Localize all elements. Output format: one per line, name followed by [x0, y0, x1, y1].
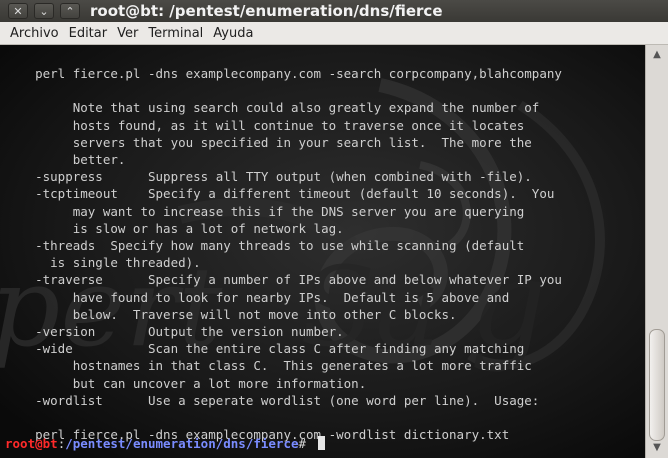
terminal-line: better.: [5, 152, 126, 168]
shell-prompt[interactable]: root@bt:/pentest/enumeration/dns/fierce#: [5, 435, 325, 452]
scroll-down-icon[interactable]: ▼: [650, 441, 664, 455]
terminal-line: hostnames in that class C. This generate…: [5, 358, 532, 374]
terminal-line: -suppress Suppress all TTY output (when …: [5, 169, 532, 185]
menu-bar: Archivo Editar Ver Terminal Ayuda: [0, 22, 668, 45]
scrollbar-thumb[interactable]: [649, 329, 665, 441]
terminal-line: -version Output the version number.: [5, 324, 344, 340]
terminal-line: -threads Specify how many threads to use…: [5, 238, 525, 254]
terminal-line: -tcptimeout Specify a different timeout …: [5, 186, 555, 202]
window-title: root@bt: /pentest/enumeration/dns/fierce: [90, 2, 443, 20]
minimize-button[interactable]: ⌄: [34, 3, 54, 19]
prompt-user-host: root@bt: [5, 436, 58, 451]
close-button[interactable]: ✕: [8, 3, 28, 19]
terminal-line: is slow or has a lot of network lag.: [5, 220, 344, 236]
menu-terminal[interactable]: Terminal: [143, 26, 208, 41]
close-icon: ✕: [13, 4, 23, 18]
terminal-line: -wide Scan the entire class C after find…: [5, 341, 525, 357]
terminal-line: but can uncover a lot more information.: [5, 375, 367, 391]
maximize-button[interactable]: ⌃: [60, 3, 80, 19]
menu-ver[interactable]: Ver: [112, 26, 143, 41]
maximize-icon: ⌃: [65, 4, 75, 18]
terminal-area[interactable]: pert Sa g perl fierce.pl -dns examplecom…: [0, 45, 645, 458]
terminal-line: have found to look for nearby IPs. Defau…: [5, 289, 510, 305]
prompt-path: /pentest/enumeration/dns/fierce: [65, 436, 299, 451]
terminal-line: servers that you specified in your searc…: [5, 134, 532, 150]
terminal-output: perl fierce.pl -dns examplecompany.com -…: [5, 65, 562, 443]
minimize-icon: ⌄: [39, 4, 49, 18]
terminal-line: hosts found, as it will continue to trav…: [5, 117, 525, 133]
title-bar[interactable]: ✕ ⌄ ⌃ root@bt: /pentest/enumeration/dns/…: [0, 0, 668, 22]
terminal-line: -traverse Specify a number of IPs above …: [5, 272, 562, 288]
terminal-line: is single threaded).: [5, 255, 201, 271]
terminal-line: may want to increase this if the DNS ser…: [5, 203, 525, 219]
menu-ayuda[interactable]: Ayuda: [208, 26, 258, 41]
menu-archivo[interactable]: Archivo: [0, 26, 64, 41]
vertical-scrollbar[interactable]: ▲ ▼: [645, 45, 668, 458]
terminal-line: below. Traverse will not move into other…: [5, 306, 457, 322]
scroll-up-icon[interactable]: ▲: [650, 48, 664, 62]
menu-editar[interactable]: Editar: [64, 26, 113, 41]
terminal-line: perl fierce.pl -dns examplecompany.com -…: [5, 66, 562, 81]
text-cursor: [317, 436, 325, 450]
terminal-window: ✕ ⌄ ⌃ root@bt: /pentest/enumeration/dns/…: [0, 0, 668, 458]
prompt-symbol: #: [298, 436, 314, 451]
terminal-line: -wordlist Use a seperate wordlist (one w…: [5, 392, 540, 408]
terminal-line: Note that using search could also greatl…: [5, 100, 540, 116]
